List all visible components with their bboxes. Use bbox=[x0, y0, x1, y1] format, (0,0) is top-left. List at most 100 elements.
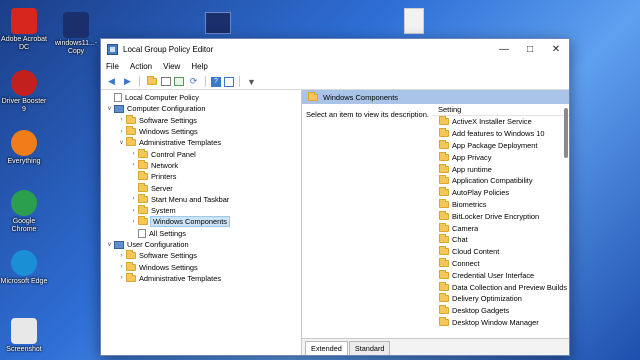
list-item[interactable]: Desktop Window Manager bbox=[432, 316, 569, 329]
tree-node[interactable]: › Administrative Templates bbox=[101, 272, 301, 284]
menu-action[interactable]: Action bbox=[130, 62, 152, 71]
menu-help[interactable]: Help bbox=[191, 62, 207, 71]
tree-node[interactable]: › Start Menu and Taskbar bbox=[101, 193, 301, 205]
toolbar-separator bbox=[239, 76, 240, 87]
tree-node-label: Administrative Templates bbox=[139, 138, 222, 148]
properties-icon[interactable] bbox=[224, 76, 234, 87]
desktop-shortcut[interactable]: Everything bbox=[0, 130, 48, 166]
menu-view[interactable]: View bbox=[163, 62, 180, 71]
tree-node[interactable]: ∨ Computer Configuration bbox=[101, 103, 301, 114]
list-item[interactable]: Data Collection and Preview Builds bbox=[432, 281, 569, 293]
tree-node[interactable]: › Windows Settings bbox=[101, 126, 301, 137]
chevron-right-icon[interactable]: › bbox=[117, 129, 126, 135]
vertical-scrollbar[interactable] bbox=[564, 108, 568, 158]
list-item[interactable]: Delivery Optimization bbox=[432, 293, 569, 305]
window-title: Local Group Policy Editor bbox=[123, 44, 214, 54]
folder-icon bbox=[439, 151, 449, 161]
taskbar-file-icon[interactable] bbox=[404, 8, 424, 34]
tab-extended[interactable]: Extended bbox=[305, 341, 348, 355]
list-item[interactable]: Desktop Gadgets bbox=[432, 305, 569, 317]
refresh-icon[interactable]: ⟳ bbox=[187, 75, 200, 88]
tree-node[interactable]: › Network bbox=[101, 159, 301, 171]
list-item[interactable]: AutoPlay Policies bbox=[432, 187, 569, 199]
toolbar-separator bbox=[205, 76, 206, 87]
menu-file[interactable]: File bbox=[106, 62, 119, 71]
desktop-shortcut[interactable]: Adobe Acrobat DC bbox=[0, 8, 48, 52]
description-text: Select an item to view its description. bbox=[306, 110, 429, 119]
tree-node[interactable]: ∨ User Configuration bbox=[101, 239, 301, 250]
chevron-right-icon[interactable]: › bbox=[117, 264, 126, 270]
desktop-shortcut[interactable]: Screenshot bbox=[0, 318, 48, 354]
tree-node[interactable]: Printers bbox=[101, 171, 301, 182]
list-item[interactable]: App Privacy bbox=[432, 151, 569, 163]
minimize-button[interactable]: — bbox=[491, 39, 517, 59]
taskbar-image-icon[interactable] bbox=[205, 12, 231, 34]
show-hide-tree-icon[interactable] bbox=[161, 77, 171, 86]
help-icon[interactable]: ? bbox=[211, 76, 221, 87]
desktop-shortcut[interactable]: Google Chrome bbox=[0, 190, 48, 234]
tree-node-label: Administrative Templates bbox=[139, 273, 222, 283]
list-item[interactable]: Camera bbox=[432, 222, 569, 234]
chevron-down-icon[interactable]: ∨ bbox=[117, 139, 126, 146]
chevron-right-icon[interactable]: › bbox=[129, 196, 138, 202]
tree-node[interactable]: ∨ Administrative Templates bbox=[101, 137, 301, 148]
tree-node[interactable]: All Settings bbox=[101, 228, 301, 239]
list-item-label: Desktop Window Manager bbox=[452, 317, 539, 327]
list-item[interactable]: Add features to Windows 10 bbox=[432, 128, 569, 140]
close-button[interactable]: ✕ bbox=[543, 39, 569, 59]
tab-standard[interactable]: Standard bbox=[348, 341, 391, 355]
folder-icon bbox=[138, 159, 148, 169]
list-item[interactable]: Cloud Content bbox=[432, 246, 569, 258]
tree-node[interactable]: › Windows Components bbox=[101, 216, 301, 228]
list-item[interactable]: Biometrics bbox=[432, 198, 569, 211]
list-item[interactable]: Application Compatibility bbox=[432, 175, 569, 187]
tree-node[interactable]: › System bbox=[101, 205, 301, 216]
export-list-icon[interactable] bbox=[174, 77, 184, 86]
desktop-shortcut[interactable]: windows11...-Copy bbox=[52, 12, 100, 56]
folder-icon bbox=[439, 281, 449, 291]
tree-node[interactable]: Server bbox=[101, 182, 301, 193]
list-item[interactable]: BitLocker Drive Encryption bbox=[432, 210, 569, 222]
main-area: Local Computer Policy ∨ Computer Configura… bbox=[101, 90, 569, 355]
list-item[interactable]: App runtime bbox=[432, 163, 569, 175]
list-item-label: Application Compatibility bbox=[452, 176, 533, 186]
folder-icon bbox=[439, 139, 449, 149]
up-folder-icon[interactable] bbox=[145, 75, 158, 88]
tree-node[interactable]: › Windows Settings bbox=[101, 261, 301, 272]
folder-icon bbox=[138, 182, 148, 192]
chevron-right-icon[interactable]: › bbox=[129, 208, 138, 214]
chevron-right-icon[interactable]: › bbox=[117, 275, 126, 281]
list-item[interactable]: Chat bbox=[432, 234, 569, 246]
details-pane: Windows Components Select an item to vie… bbox=[302, 90, 569, 355]
tree-node[interactable]: Local Computer Policy bbox=[101, 92, 301, 103]
chevron-right-icon[interactable]: › bbox=[117, 117, 126, 123]
chevron-down-icon[interactable]: ∨ bbox=[105, 241, 114, 248]
folder-icon bbox=[126, 250, 136, 260]
back-arrow-icon[interactable]: ◀ bbox=[105, 75, 118, 88]
column-header-setting[interactable]: Setting bbox=[432, 104, 569, 116]
chevron-right-icon[interactable]: › bbox=[129, 162, 138, 168]
maximize-button[interactable]: □ bbox=[517, 39, 543, 59]
filter-icon[interactable]: ▼ bbox=[245, 75, 258, 88]
tree-node[interactable]: › Software Settings bbox=[101, 114, 301, 126]
list-item-label: ActiveX Installer Service bbox=[452, 117, 532, 127]
forward-arrow-icon[interactable]: ▶ bbox=[121, 75, 134, 88]
list-item[interactable]: App Package Deployment bbox=[432, 139, 569, 152]
folder-icon bbox=[439, 175, 449, 185]
tree-node-label: Server bbox=[151, 183, 173, 193]
list-item[interactable]: Credential User Interface bbox=[432, 269, 569, 281]
chevron-down-icon[interactable]: ∨ bbox=[105, 105, 114, 112]
tree-node-label: Start Menu and Taskbar bbox=[151, 194, 230, 204]
policy-document-icon bbox=[138, 228, 146, 238]
tree-node[interactable]: › Control Panel bbox=[101, 148, 301, 159]
tree-node[interactable]: › Software Settings bbox=[101, 250, 301, 261]
chevron-right-icon[interactable]: › bbox=[129, 151, 138, 157]
desktop-shortcut[interactable]: Microsoft Edge bbox=[0, 250, 48, 286]
list-item[interactable]: ActiveX Installer Service bbox=[432, 116, 569, 128]
chevron-right-icon[interactable]: › bbox=[117, 253, 126, 259]
desktop-shortcut[interactable]: Driver Booster 9 bbox=[0, 70, 48, 114]
list-item[interactable]: Connect bbox=[432, 257, 569, 270]
details-header: Windows Components bbox=[302, 90, 569, 104]
title-bar[interactable]: Local Group Policy Editor — □ ✕ bbox=[101, 39, 569, 59]
chevron-right-icon[interactable]: › bbox=[129, 219, 138, 225]
